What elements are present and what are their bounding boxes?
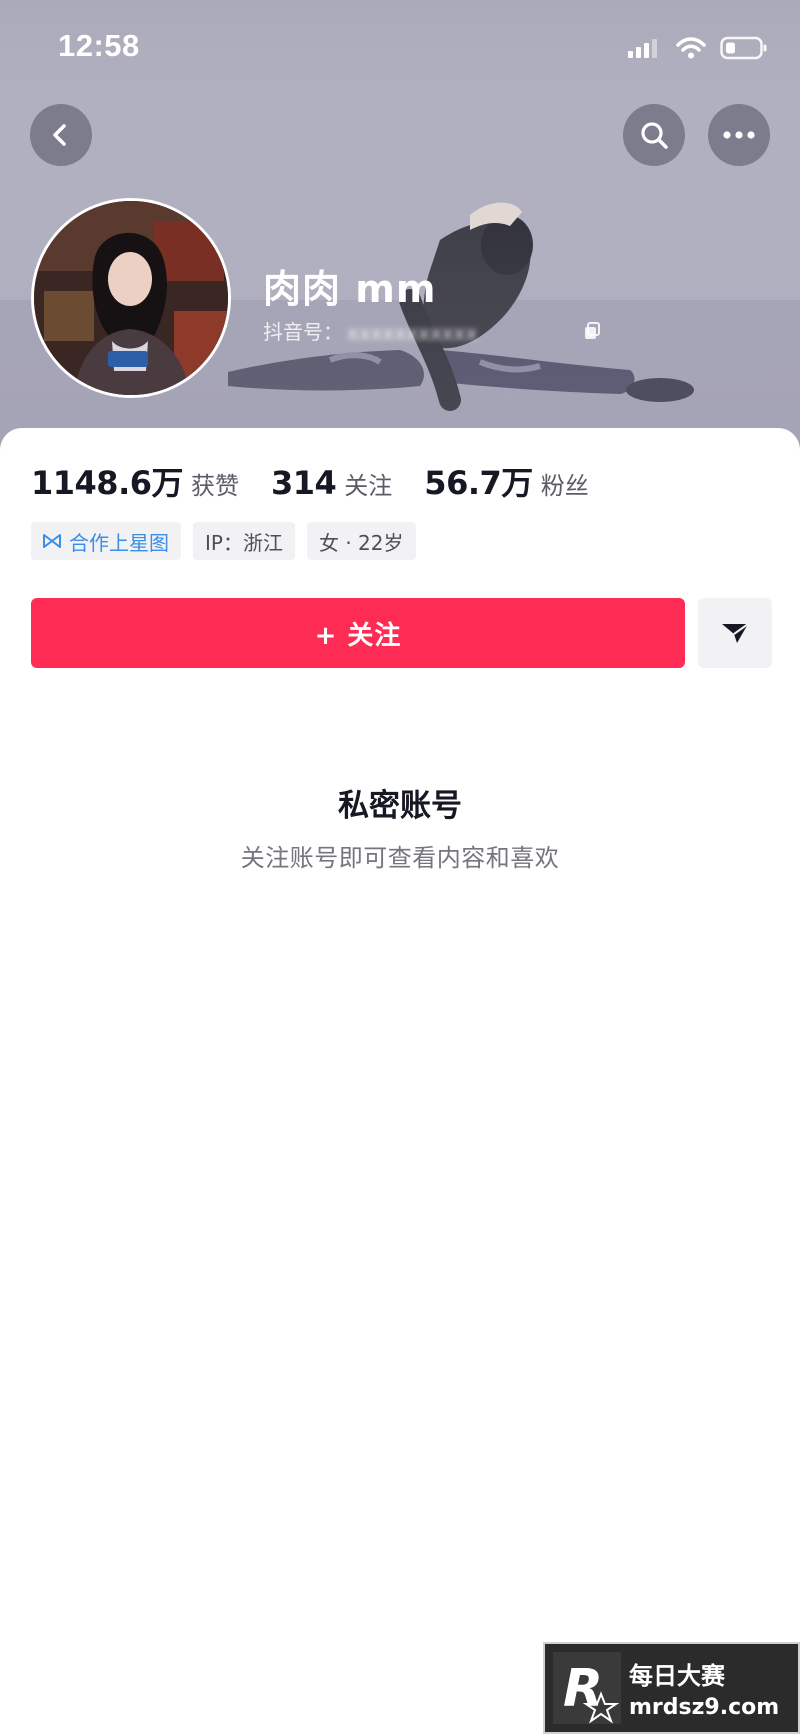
stat-likes[interactable]: 1148.6万 获赞 xyxy=(31,458,239,504)
avatar-photo xyxy=(34,201,228,395)
svg-text:mrdsz9.com: mrdsz9.com xyxy=(629,1695,779,1720)
status-bar: 12:58 xyxy=(0,0,800,96)
more-button[interactable] xyxy=(708,104,770,166)
stat-label: 粉丝 xyxy=(540,472,589,500)
star-map-icon xyxy=(43,534,61,548)
back-button[interactable] xyxy=(30,104,92,166)
star-map-label: 合作上星图 xyxy=(69,530,169,555)
douyin-id: 抖音号： xxxxxxxxxxx xyxy=(263,316,601,345)
douyin-id-label: 抖音号： xyxy=(263,320,343,344)
douyin-id-value: xxxxxxxxxxx xyxy=(347,320,478,345)
svg-text:R: R xyxy=(563,1659,603,1719)
wifi-icon xyxy=(676,37,706,59)
gender-age-tag: 女 · 22岁 xyxy=(306,522,416,560)
share-button[interactable] xyxy=(698,598,772,668)
profile-nickname: 肉肉 mm xyxy=(263,267,437,311)
stat-value: 314 xyxy=(271,464,337,502)
search-button[interactable] xyxy=(623,104,685,166)
signal-icon xyxy=(628,39,657,58)
avatar[interactable] xyxy=(31,198,231,398)
profile-stats: 1148.6万 获赞 314 关注 56.7万 粉丝 xyxy=(31,458,621,504)
copy-icon[interactable] xyxy=(583,321,601,340)
stat-value: 56.7万 xyxy=(424,464,533,502)
more-horizontal-icon xyxy=(723,131,755,139)
star-map-tag[interactable]: 合作上星图 xyxy=(31,522,181,560)
ip-tag: IP：浙江 xyxy=(193,522,295,560)
watermark-logo: R 每日大赛 mrdsz9.com xyxy=(553,1652,779,1724)
stat-followers[interactable]: 56.7万 粉丝 xyxy=(424,458,588,504)
battery-icon xyxy=(720,36,767,60)
private-account-title: 私密账号 xyxy=(338,788,462,824)
send-icon xyxy=(722,623,749,643)
status-time: 12:58 xyxy=(58,28,140,63)
stat-value: 1148.6万 xyxy=(31,464,184,502)
stat-label: 关注 xyxy=(344,472,393,500)
private-account-subtitle: 关注账号即可查看内容和喜欢 xyxy=(240,844,560,872)
chevron-left-icon xyxy=(53,124,66,146)
stat-label: 获赞 xyxy=(191,472,239,500)
site-watermark: R 每日大赛 mrdsz9.com xyxy=(543,1642,800,1734)
svg-text:每日大赛: 每日大赛 xyxy=(629,1662,726,1690)
status-icons xyxy=(628,36,768,60)
action-row: + 关注 xyxy=(31,598,772,668)
profile-sheet: 1148.6万 获赞 314 关注 56.7万 粉丝 合作上星图 IP：浙江 女… xyxy=(0,428,800,1734)
profile-tags: 合作上星图 IP：浙江 女 · 22岁 xyxy=(31,522,416,560)
search-icon xyxy=(641,122,668,149)
stat-following[interactable]: 314 关注 xyxy=(271,464,392,502)
follow-button[interactable]: + 关注 xyxy=(31,598,685,668)
profile-cover: 12:58 肉肉 mm 抖音号： xxxxxxxxxxx xyxy=(0,0,800,460)
